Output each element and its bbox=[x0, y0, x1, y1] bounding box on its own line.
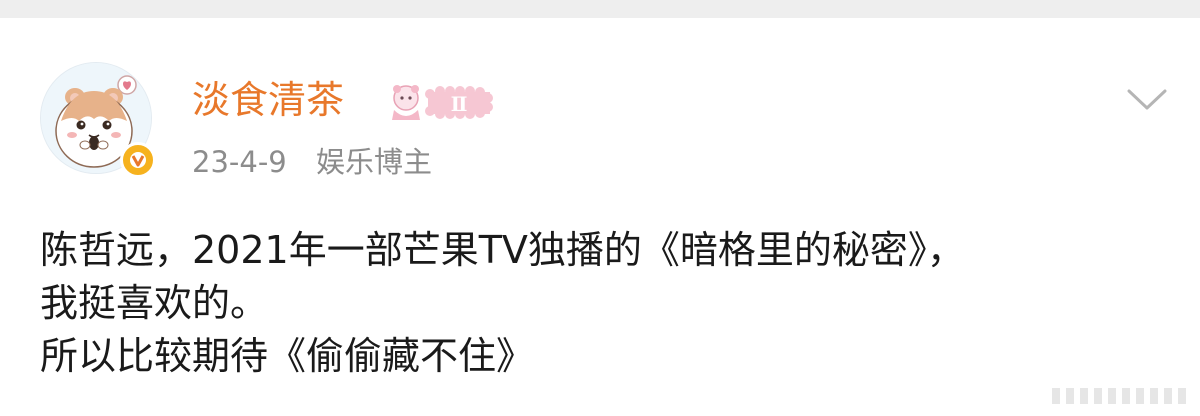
post-content-line-1: 陈哲远，2021年一部芒果TV独播的《暗格里的秘密》， bbox=[40, 228, 965, 272]
author-role: 娱乐博主 bbox=[315, 145, 432, 179]
top-separator bbox=[0, 0, 1200, 18]
chevron-down-icon[interactable] bbox=[1124, 76, 1170, 122]
author-name[interactable]: 淡食清茶 bbox=[192, 78, 344, 122]
post-content-line-3: 所以比较期待《偷偷藏不住》 bbox=[40, 334, 535, 378]
post-meta: 23-4-9 娱乐博主 bbox=[192, 144, 432, 180]
weibo-post-card: 淡食清茶 Ⅱ 23-4-9 娱乐博主 陈哲远，2021年一部芒果TV独播的《暗格… bbox=[0, 18, 1200, 415]
author-avatar-area[interactable] bbox=[40, 62, 156, 180]
post-content-line-2: 我挺喜欢的。 bbox=[40, 281, 269, 325]
member-level-text: Ⅱ bbox=[451, 92, 468, 116]
post-content: 陈哲远，2021年一部芒果TV独播的《暗格里的秘密》， 我挺喜欢的。 所以比较期… bbox=[40, 224, 1180, 383]
post-date[interactable]: 23-4-9 bbox=[192, 145, 287, 179]
watermark-dots bbox=[1050, 382, 1190, 412]
verified-v-icon bbox=[120, 142, 156, 178]
member-badge-icon[interactable]: Ⅱ bbox=[384, 82, 500, 122]
